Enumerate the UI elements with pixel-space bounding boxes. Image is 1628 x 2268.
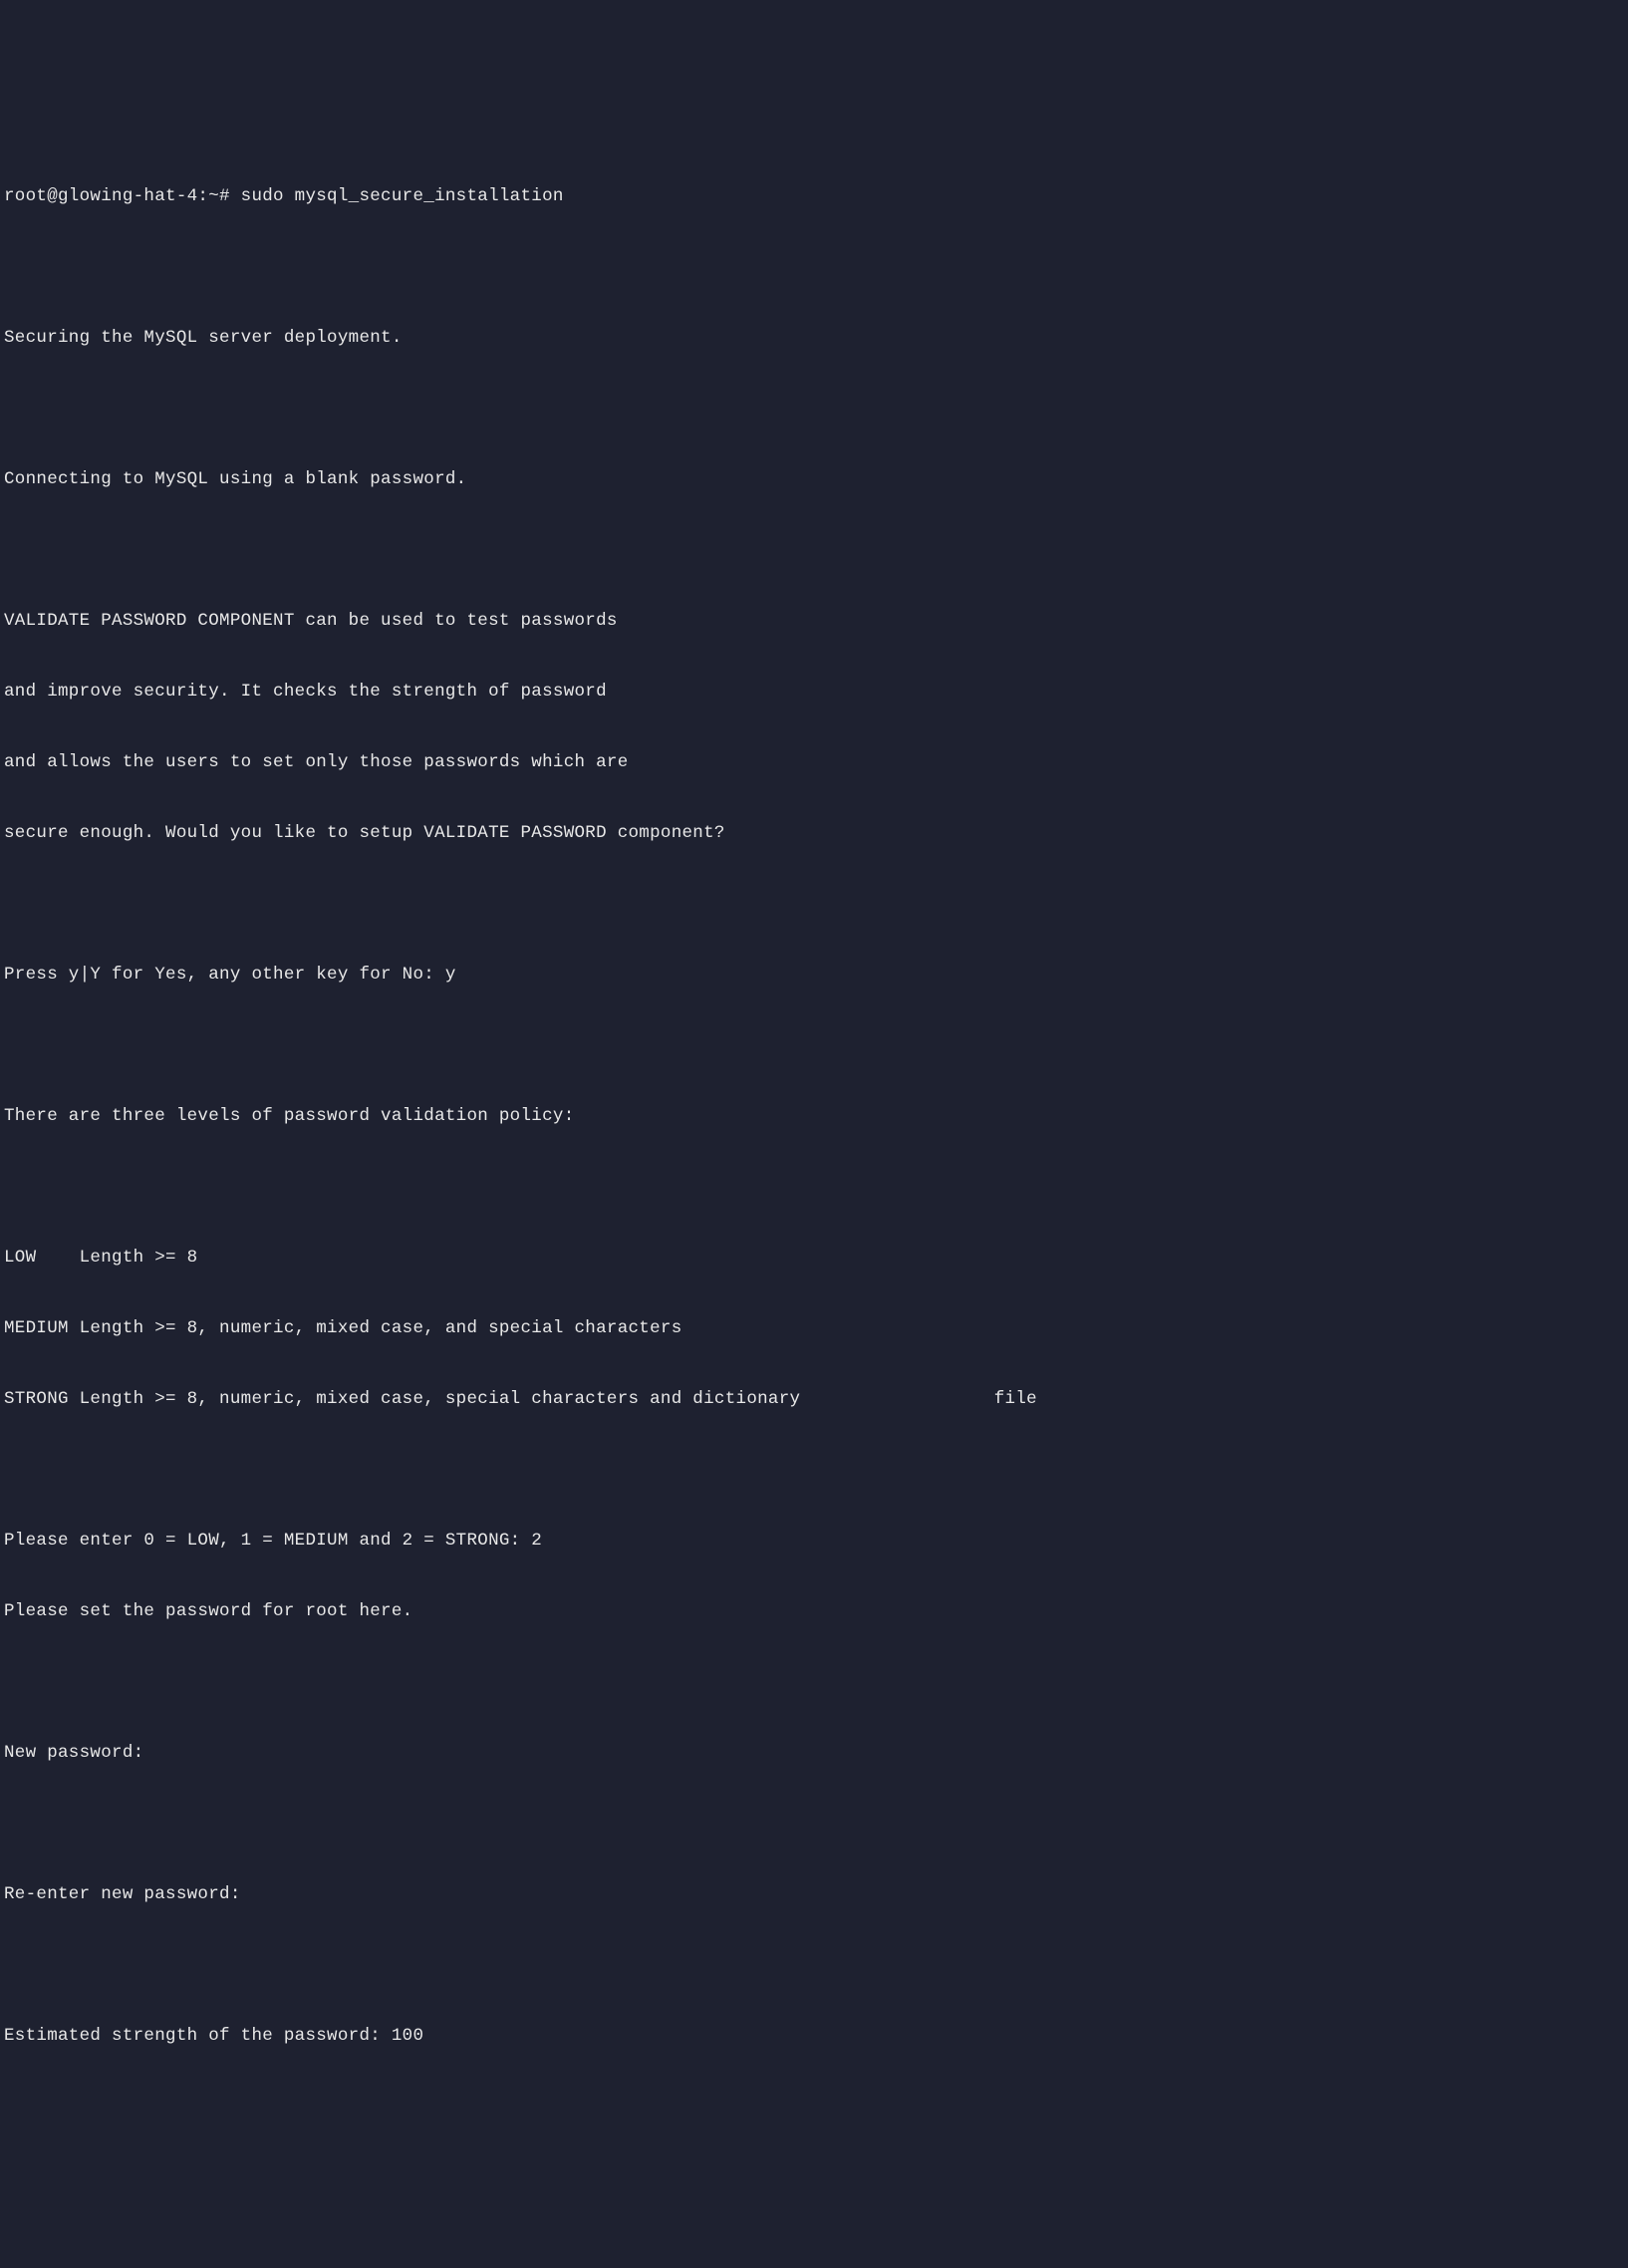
terminal-line: and allows the users to set only those p… [4,745,1624,781]
terminal-line [4,1807,1624,1843]
terminal-line [4,887,1624,923]
terminal-line [4,250,1624,286]
terminal-line [4,1948,1624,1984]
terminal-line: Connecting to MySQL using a blank passwo… [4,462,1624,498]
terminal-line: There are three levels of password valid… [4,1099,1624,1135]
terminal-line: Re-enter new password: [4,1877,1624,1913]
terminal-line: LOW Length >= 8 [4,1241,1624,1276]
terminal-line: Press y|Y for Yes, any other key for No:… [4,958,1624,993]
terminal-line [4,1453,1624,1489]
terminal-line: STRONG Length >= 8, numeric, mixed case,… [4,1382,1624,1418]
terminal-line: Please set the password for root here. [4,1594,1624,1630]
terminal-line [4,1028,1624,1064]
terminal-line: secure enough. Would you like to setup V… [4,816,1624,852]
terminal-line: Securing the MySQL server deployment. [4,321,1624,357]
terminal-line: MEDIUM Length >= 8, numeric, mixed case,… [4,1311,1624,1347]
terminal-line: Please enter 0 = LOW, 1 = MEDIUM and 2 =… [4,1524,1624,1559]
terminal-line: and improve security. It checks the stre… [4,675,1624,710]
terminal-window[interactable]: root@glowing-hat-4:~# sudo mysql_secure_… [0,142,1628,2092]
terminal-line [4,1665,1624,1701]
terminal-line: New password: [4,1736,1624,1772]
terminal-line [4,1170,1624,1206]
terminal-line [4,533,1624,569]
terminal-line: root@glowing-hat-4:~# sudo mysql_secure_… [4,179,1624,215]
terminal-line [4,392,1624,427]
terminal-line: Estimated strength of the password: 100 [4,2019,1624,2055]
terminal-line: VALIDATE PASSWORD COMPONENT can be used … [4,604,1624,640]
